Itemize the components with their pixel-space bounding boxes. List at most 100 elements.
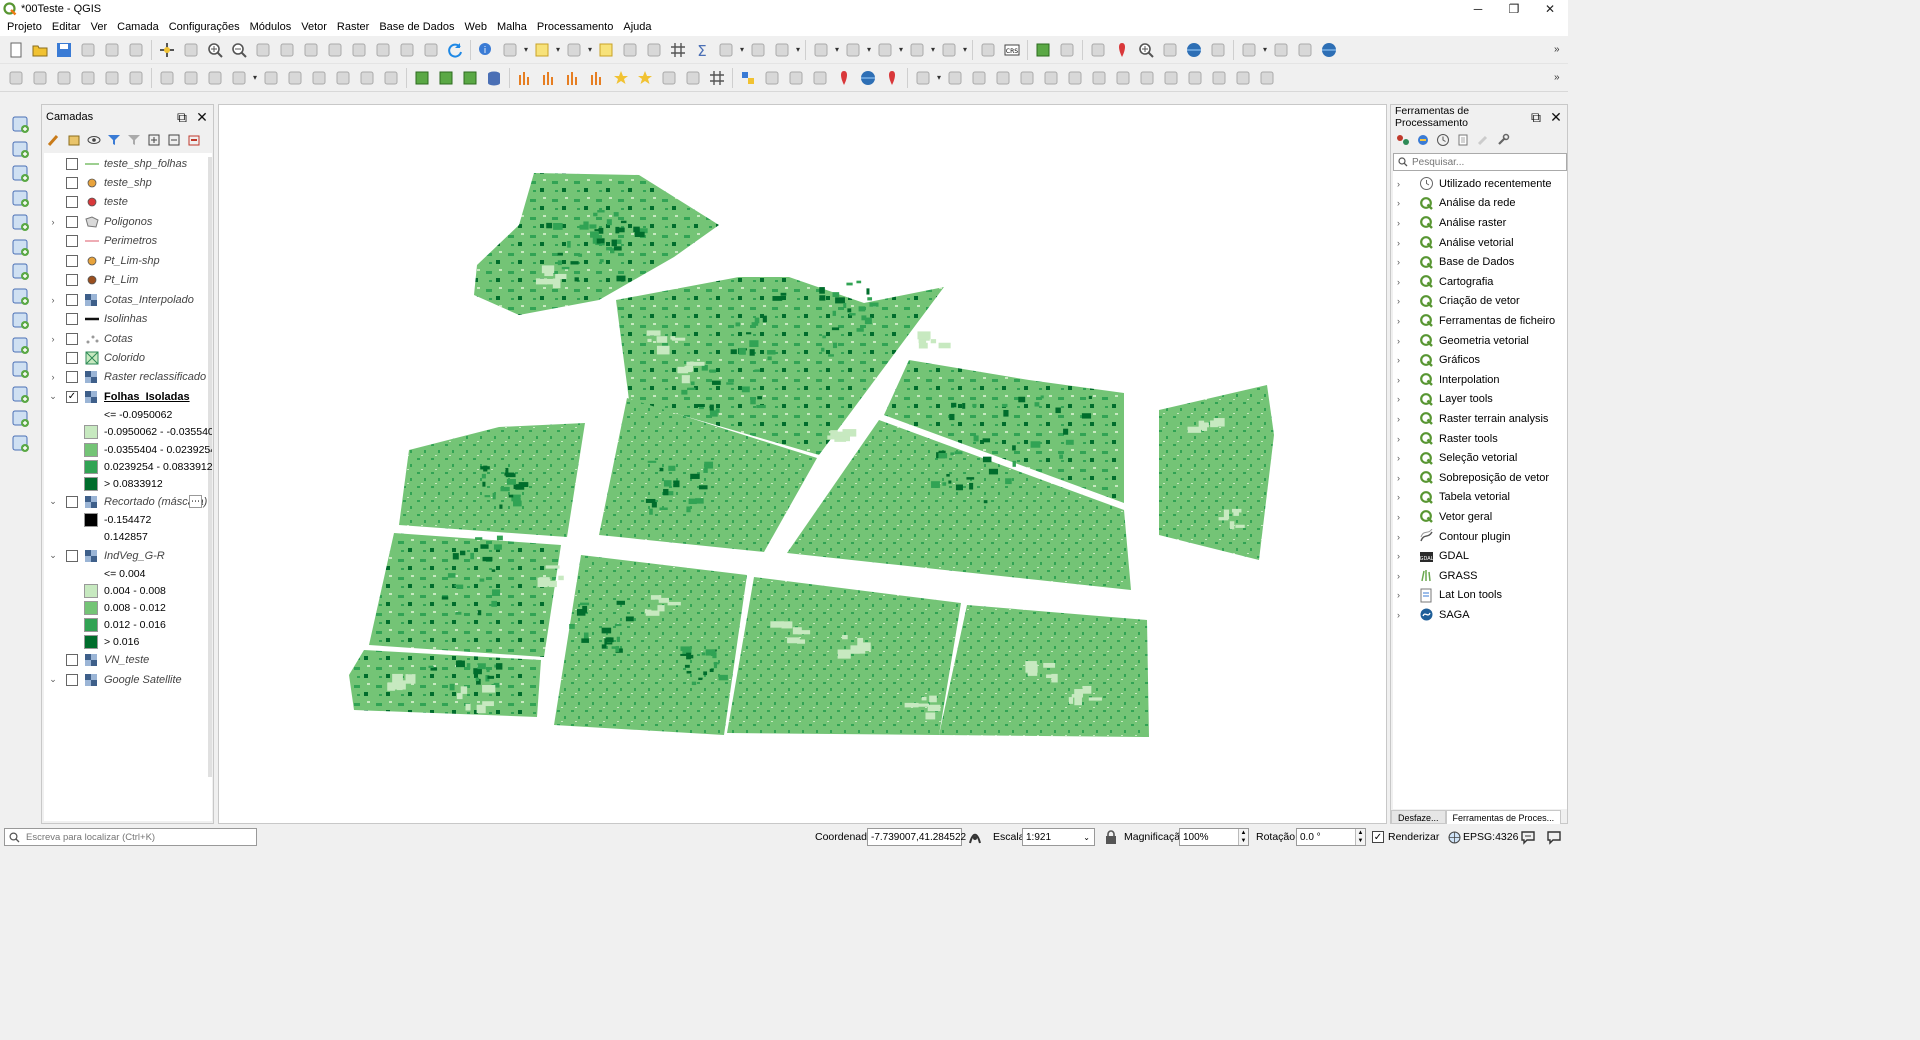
generic-icon[interactable] (967, 66, 991, 90)
dropdown-arrow-icon[interactable]: ▾ (738, 45, 746, 54)
generic-icon[interactable] (657, 66, 681, 90)
processing-group-item[interactable]: › Geometria vetorial (1393, 331, 1567, 351)
pin-icon[interactable] (880, 66, 904, 90)
pan-icon[interactable] (155, 38, 179, 62)
layer-visibility-checkbox[interactable] (66, 673, 78, 686)
dropdown-arrow-icon[interactable]: ▾ (522, 45, 530, 54)
wfs-add-icon[interactable] (6, 284, 34, 309)
arcgis-add-icon[interactable] (6, 382, 34, 407)
processing-group-item[interactable]: › Criação de vetor (1393, 292, 1567, 312)
generic-icon[interactable] (76, 38, 100, 62)
crs-icon[interactable]: CRS (1000, 38, 1024, 62)
menu-11[interactable]: Processamento (532, 18, 618, 36)
style-brush-icon[interactable] (46, 132, 62, 148)
generic-icon[interactable] (1255, 66, 1279, 90)
select-icon[interactable] (530, 38, 554, 62)
chevron-right-icon[interactable]: › (1397, 336, 1411, 346)
generic-icon[interactable] (1159, 66, 1183, 90)
refresh-icon[interactable] (443, 38, 467, 62)
models-icon[interactable] (1395, 132, 1411, 148)
render-checkbox[interactable]: ✓ (1372, 831, 1384, 843)
layer-row[interactable]: teste_shp_folhas (44, 154, 212, 173)
generic-icon[interactable] (347, 38, 371, 62)
embedded-widget-icon[interactable]: ⋯ (189, 495, 202, 509)
green-icon[interactable] (458, 66, 482, 90)
layer-visibility-checkbox[interactable] (66, 293, 78, 306)
python-icon[interactable] (736, 66, 760, 90)
edit-features-icon[interactable] (1475, 132, 1491, 148)
generic-icon[interactable] (746, 38, 770, 62)
map-canvas[interactable] (218, 104, 1387, 824)
generic-icon[interactable] (1135, 66, 1159, 90)
layer-row[interactable]: teste_shp (44, 173, 212, 192)
generic-icon[interactable] (379, 66, 403, 90)
scale-select[interactable]: 1:921 ⌄ (1022, 828, 1095, 846)
generic-icon[interactable] (618, 38, 642, 62)
processing-group-item[interactable]: › Análise vetorial (1393, 233, 1567, 253)
processing-group-item[interactable]: › Sobreposição de vetor (1393, 468, 1567, 488)
chevron-right-icon[interactable]: › (1397, 179, 1411, 189)
chevron-right-icon[interactable]: › (1397, 512, 1411, 522)
crs-button[interactable]: EPSG:4326 (1463, 831, 1518, 843)
mesh-add-icon[interactable] (6, 161, 34, 186)
filter-expression-icon[interactable] (126, 132, 142, 148)
chevron-right-icon[interactable]: › (48, 217, 58, 227)
dropdown-arrow-icon[interactable]: ▾ (251, 73, 259, 82)
processing-group-item[interactable]: › Lat Lon tools (1393, 586, 1567, 606)
tab-undo[interactable]: Desfaze... (1391, 810, 1446, 824)
generic-icon[interactable] (1269, 38, 1293, 62)
processing-group-item[interactable]: › GDAL GDAL (1393, 546, 1567, 566)
chevron-right-icon[interactable]: › (1397, 218, 1411, 228)
lock-scale-icon[interactable] (1104, 830, 1118, 845)
save-project-icon[interactable] (52, 38, 76, 62)
dropdown-arrow-icon[interactable]: ▾ (794, 45, 802, 54)
chevron-right-icon[interactable]: › (1397, 453, 1411, 463)
generic-icon[interactable] (1087, 66, 1111, 90)
menu-7[interactable]: Raster (332, 18, 374, 36)
generic-icon[interactable] (227, 66, 251, 90)
new-table-icon[interactable] (6, 431, 34, 456)
chevron-right-icon[interactable]: › (1397, 590, 1411, 600)
generic-icon[interactable] (124, 66, 148, 90)
menu-1[interactable]: Editar (47, 18, 86, 36)
layer-row[interactable]: ⌄ Recortado (máscara) ⋯ (44, 492, 212, 511)
generic-icon[interactable] (1063, 66, 1087, 90)
menu-8[interactable]: Base de Dados (374, 18, 459, 36)
processing-group-item[interactable]: › Utilizado recentemente (1393, 174, 1567, 194)
generic-icon[interactable] (498, 38, 522, 62)
generic-icon[interactable] (943, 66, 967, 90)
options-wrench-icon[interactable] (1495, 132, 1511, 148)
generic-icon[interactable] (1293, 38, 1317, 62)
expand-all-icon[interactable] (146, 132, 162, 148)
generic-icon[interactable] (1086, 38, 1110, 62)
generic-icon[interactable] (331, 66, 355, 90)
delimited-add-icon[interactable] (6, 186, 34, 211)
generic-icon[interactable] (283, 66, 307, 90)
zoom-in-icon[interactable] (203, 38, 227, 62)
dropdown-arrow-icon[interactable]: ▾ (961, 45, 969, 54)
processing-group-item[interactable]: › Ferramentas de ficheiro (1393, 311, 1567, 331)
layer-visibility-checkbox[interactable] (66, 176, 78, 189)
bars-icon[interactable] (561, 66, 585, 90)
generic-icon[interactable] (808, 66, 832, 90)
processing-group-item[interactable]: › Gráficos (1393, 350, 1567, 370)
generic-icon[interactable] (1231, 66, 1255, 90)
chevron-right-icon[interactable]: › (1397, 532, 1411, 542)
generic-icon[interactable] (259, 66, 283, 90)
maximize-button[interactable]: ❐ (1496, 0, 1532, 18)
close-panel-icon[interactable]: ✕ (1549, 110, 1563, 124)
messages-icon[interactable] (1520, 830, 1536, 845)
pin-icon[interactable] (1110, 38, 1134, 62)
locator-bar[interactable] (4, 828, 257, 846)
generic-icon[interactable] (937, 38, 961, 62)
spatialite-add-icon[interactable] (6, 308, 34, 333)
wcs-add-icon[interactable] (6, 259, 34, 284)
generic-icon[interactable] (1158, 38, 1182, 62)
generic-icon[interactable] (419, 38, 443, 62)
generic-icon[interactable] (642, 38, 666, 62)
chevron-right-icon[interactable]: › (48, 334, 58, 344)
pin-icon[interactable] (832, 66, 856, 90)
zoom-in-icon[interactable] (1134, 38, 1158, 62)
layer-visibility-checkbox[interactable] (66, 274, 78, 287)
chevron-right-icon[interactable]: › (1397, 473, 1411, 483)
